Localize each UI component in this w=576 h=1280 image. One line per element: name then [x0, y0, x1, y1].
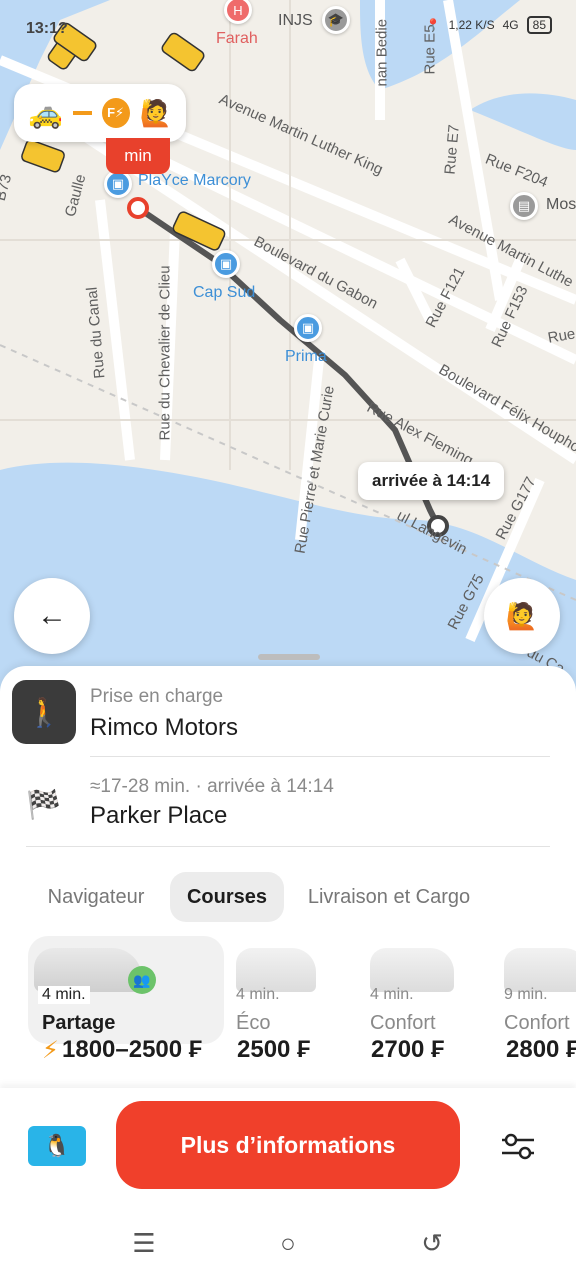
map[interactable]: Avenue Martin Luther King Avenue Martin … — [0, 0, 576, 700]
battery-level: 85 — [526, 16, 552, 34]
divider — [90, 756, 550, 757]
people-icon: 👥 — [128, 966, 156, 994]
shop-pin-icon[interactable]: ▣ — [294, 314, 322, 342]
connector-line — [72, 111, 92, 115]
tariff-card-partage[interactable]: 👥 4 min. Partage — [28, 936, 224, 1044]
app-screen: Avenue Martin Luther King Avenue Martin … — [0, 0, 576, 1280]
tariff-prices: ⚡ 1800–2500 ₣ 2500 ₣ 2700 ₣ 2800 ₣ — [0, 1036, 576, 1072]
dest-sub: ≈17-28 min. · arrivée à 14:14 — [90, 776, 334, 797]
penguin-promo-icon[interactable]: 🐧 — [28, 1126, 86, 1166]
pickup-main: Rimco Motors — [90, 714, 239, 741]
system-nav-bar: ☰ ○ ↺ — [0, 1206, 576, 1280]
recents-icon[interactable]: ☰ — [124, 1228, 164, 1258]
net-speed: 1,22 K/S — [448, 18, 495, 32]
tariff-eta: 9 min. — [504, 986, 548, 1003]
sheet-handle[interactable] — [258, 654, 320, 660]
tariff-price: 2700 ₣ — [371, 1036, 445, 1063]
street-label: Rue du Chevalier de Clieu — [156, 265, 174, 441]
tariff-eta: 4 min. — [370, 986, 414, 1003]
poi-label-prima[interactable]: Prima — [285, 348, 327, 366]
taxi-icon: 🚕 — [28, 97, 63, 129]
shop-pin-icon[interactable]: ▣ — [104, 170, 132, 198]
status-bar: 13:1? 📍 1,22 K/S 4G 85 — [0, 12, 576, 44]
tab-courses[interactable]: Courses — [170, 872, 284, 922]
signal-label: 4G — [502, 18, 519, 32]
location-icon: 📍 — [425, 18, 441, 32]
more-info-button[interactable]: Plus d’informations — [116, 1101, 460, 1189]
dest-main: Parker Place — [90, 802, 228, 829]
status-time: 13:1? — [26, 20, 68, 37]
filters-button[interactable] — [494, 1126, 542, 1166]
tariff-price: 2500 ₣ — [237, 1036, 311, 1063]
finish-flag-icon: 🏁 — [26, 789, 61, 820]
arrow-left-icon: ← — [37, 599, 67, 632]
tariff-card-eco[interactable]: 4 min. Éco — [232, 936, 350, 1044]
building-pin-icon[interactable]: ▤ — [510, 192, 538, 220]
back-button[interactable]: ← — [14, 578, 90, 654]
service-tabs: Navigateur Courses Livraison et Cargo — [0, 872, 576, 924]
passenger-icon: 🙋 — [139, 97, 172, 128]
back-nav-icon[interactable]: ↺ — [412, 1228, 452, 1258]
tariff-name: Partage — [42, 1012, 116, 1034]
tariff-price: 2800 ₣ — [506, 1036, 576, 1063]
poi-label-mos[interactable]: Mos — [546, 196, 576, 214]
arrival-tooltip: arrivée à 14:14 — [358, 462, 505, 500]
tariff-name: Éco — [236, 1012, 271, 1034]
poi-label-marcory[interactable]: PlaYce Marcory — [138, 172, 251, 190]
tariff-card-confort-plus[interactable]: 9 min. Confort — [500, 936, 576, 1044]
tariff-card-confort[interactable]: 4 min. Confort — [366, 936, 484, 1044]
shop-pin-icon[interactable]: ▣ — [212, 250, 240, 278]
sliders-icon — [502, 1133, 534, 1160]
route-badge[interactable]: 🚕 F⚡ 🙋 — [14, 84, 186, 142]
tariff-cards: 👥 4 min. Partage 4 min. Éco 4 min. Confo… — [0, 936, 576, 1046]
status-right: 📍 1,22 K/S 4G 85 — [426, 16, 552, 34]
pickup-sub: Prise en charge — [90, 686, 224, 707]
poi-label-cap-sud[interactable]: Cap Sud — [193, 284, 255, 302]
pickup-row[interactable]: 🚶 Prise en charge Rimco Motors — [0, 666, 576, 756]
bottom-action-bar: 🐧 Plus d’informations — [0, 1088, 576, 1206]
tariff-eta: 4 min. — [236, 986, 280, 1003]
pickup-person-icon: 🚶 — [12, 680, 76, 744]
energy-icon: F⚡ — [101, 98, 130, 128]
locate-passenger-button[interactable]: 🙋 — [484, 578, 560, 654]
passenger-wave-icon: 🙋 — [505, 600, 539, 631]
destination-row[interactable]: 🏁 ≈17-28 min. · arrivée à 14:14 Parker P… — [0, 758, 576, 848]
tab-livraison[interactable]: Livraison et Cargo — [294, 872, 484, 922]
tariff-eta: 4 min. — [38, 986, 90, 1004]
tariff-price: 1800–2500 ₣ — [62, 1036, 203, 1063]
home-icon[interactable]: ○ — [268, 1228, 308, 1258]
eta-min-badge: min — [106, 138, 170, 174]
tab-navigateur[interactable]: Navigateur — [30, 872, 162, 922]
divider — [26, 846, 550, 847]
tariff-name: Confort — [504, 1012, 570, 1034]
tariff-name: Confort — [370, 1012, 436, 1034]
flash-icon: ⚡ — [42, 1037, 59, 1064]
